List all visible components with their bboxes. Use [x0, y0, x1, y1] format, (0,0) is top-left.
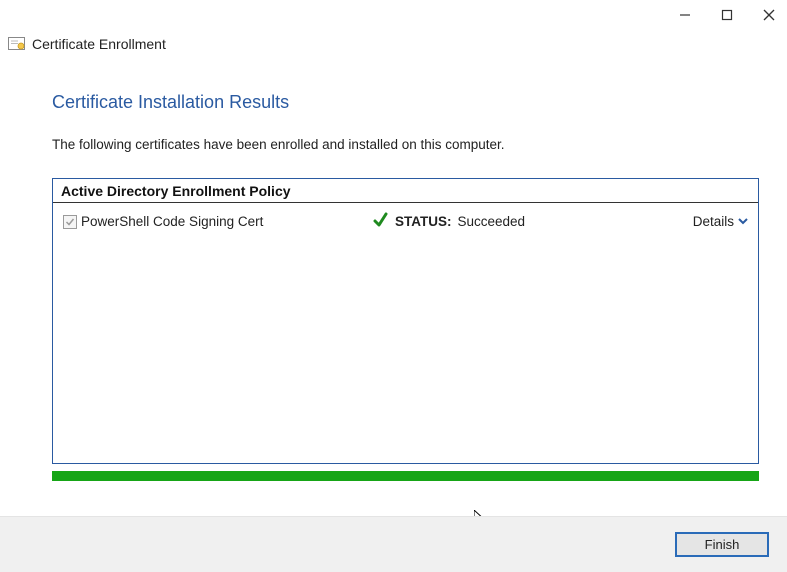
- header: Certificate Enrollment: [0, 30, 787, 56]
- details-toggle[interactable]: Details: [693, 214, 748, 229]
- chevron-down-icon: [738, 214, 748, 229]
- certificate-icon: [8, 37, 26, 51]
- window-title: Certificate Enrollment: [32, 36, 166, 52]
- maximize-button[interactable]: [717, 5, 737, 25]
- certificate-checkbox[interactable]: [63, 215, 77, 229]
- certificate-name: PowerShell Code Signing Cert: [81, 214, 263, 229]
- status-label: STATUS:: [395, 214, 452, 229]
- certificate-row: PowerShell Code Signing Cert STATUS: Suc…: [53, 203, 758, 235]
- enrollment-panel: Active Directory Enrollment Policy Power…: [52, 178, 759, 464]
- page-heading: Certificate Installation Results: [52, 92, 759, 113]
- main-content: Certificate Installation Results The fol…: [0, 56, 787, 464]
- status-value: Succeeded: [458, 214, 526, 229]
- finish-button[interactable]: Finish: [675, 532, 769, 557]
- minimize-button[interactable]: [675, 5, 695, 25]
- policy-title: Active Directory Enrollment Policy: [53, 179, 758, 203]
- progress-bar: [52, 471, 759, 481]
- close-button[interactable]: [759, 5, 779, 25]
- details-label: Details: [693, 214, 734, 229]
- page-subtext: The following certificates have been enr…: [52, 137, 759, 152]
- success-check-icon: [373, 212, 389, 231]
- window-titlebar: [0, 0, 787, 30]
- footer: Finish: [0, 516, 787, 572]
